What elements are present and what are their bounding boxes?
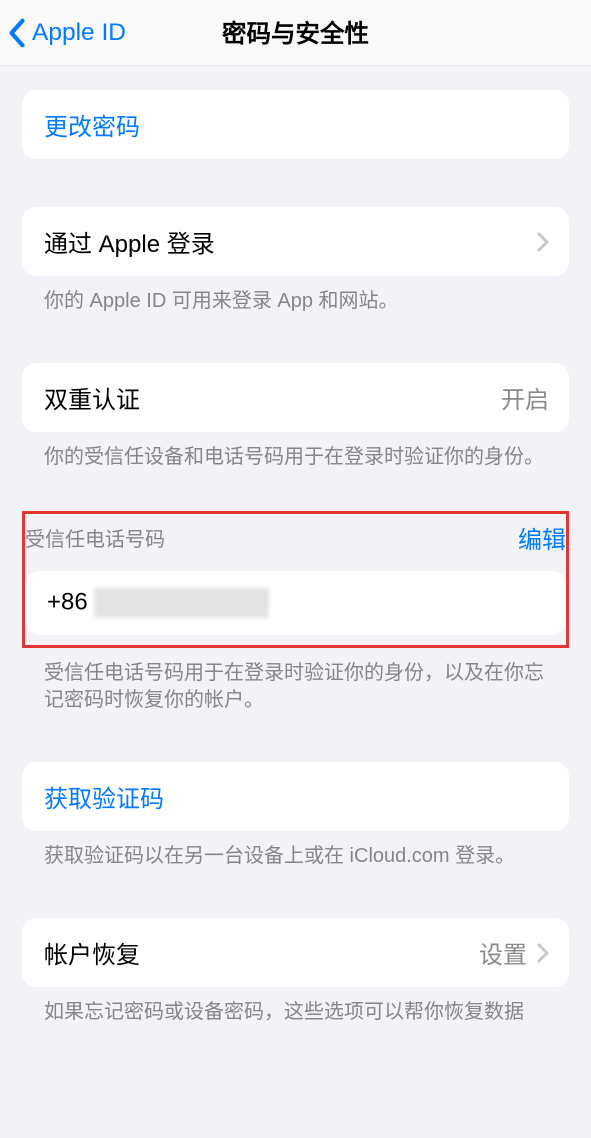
two-factor-value: 开启 bbox=[501, 380, 549, 415]
trusted-phone-header: 受信任电话号码 bbox=[25, 523, 165, 552]
get-verification-code-row[interactable]: 获取验证码 bbox=[22, 762, 569, 831]
trusted-phone-highlight: 受信任电话号码 编辑 +86 bbox=[22, 511, 569, 648]
sign-in-with-apple-footer: 你的 Apple ID 可用来登录 App 和网站。 bbox=[0, 276, 591, 315]
two-factor-label: 双重认证 bbox=[44, 380, 140, 415]
trusted-phone-footer: 受信任电话号码用于在登录时验证你的身份，以及在你忘记密码时恢复你的帐户。 bbox=[0, 648, 591, 714]
account-recovery-value: 设置 bbox=[479, 935, 527, 970]
back-button[interactable]: Apple ID bbox=[8, 18, 126, 48]
get-code-footer: 获取验证码以在另一台设备上或在 iCloud.com 登录。 bbox=[0, 831, 591, 870]
two-factor-footer: 你的受信任设备和电话号码用于在登录时验证你的身份。 bbox=[0, 432, 591, 471]
change-password-label: 更改密码 bbox=[44, 107, 140, 142]
chevron-right-icon bbox=[537, 232, 549, 252]
back-label: Apple ID bbox=[32, 19, 126, 47]
account-recovery-row[interactable]: 帐户恢复 设置 bbox=[22, 918, 569, 987]
sign-in-with-apple-row[interactable]: 通过 Apple 登录 bbox=[22, 207, 569, 276]
account-recovery-footer: 如果忘记密码或设备密码，这些选项可以帮你恢复数据 bbox=[0, 987, 591, 1026]
chevron-right-icon bbox=[537, 943, 549, 963]
trusted-phone-row[interactable]: +86 bbox=[25, 571, 566, 635]
change-password-row[interactable]: 更改密码 bbox=[22, 90, 569, 159]
redacted-phone-digits bbox=[94, 588, 269, 618]
chevron-left-icon bbox=[8, 18, 26, 48]
sign-in-with-apple-label: 通过 Apple 登录 bbox=[44, 224, 215, 259]
navigation-bar: Apple ID 密码与安全性 bbox=[0, 0, 591, 66]
account-recovery-label: 帐户恢复 bbox=[44, 935, 140, 970]
edit-button[interactable]: 编辑 bbox=[518, 520, 566, 555]
get-verification-code-label: 获取验证码 bbox=[44, 779, 164, 814]
trusted-phone-number: +86 bbox=[47, 588, 269, 618]
two-factor-row[interactable]: 双重认证 开启 bbox=[22, 363, 569, 432]
